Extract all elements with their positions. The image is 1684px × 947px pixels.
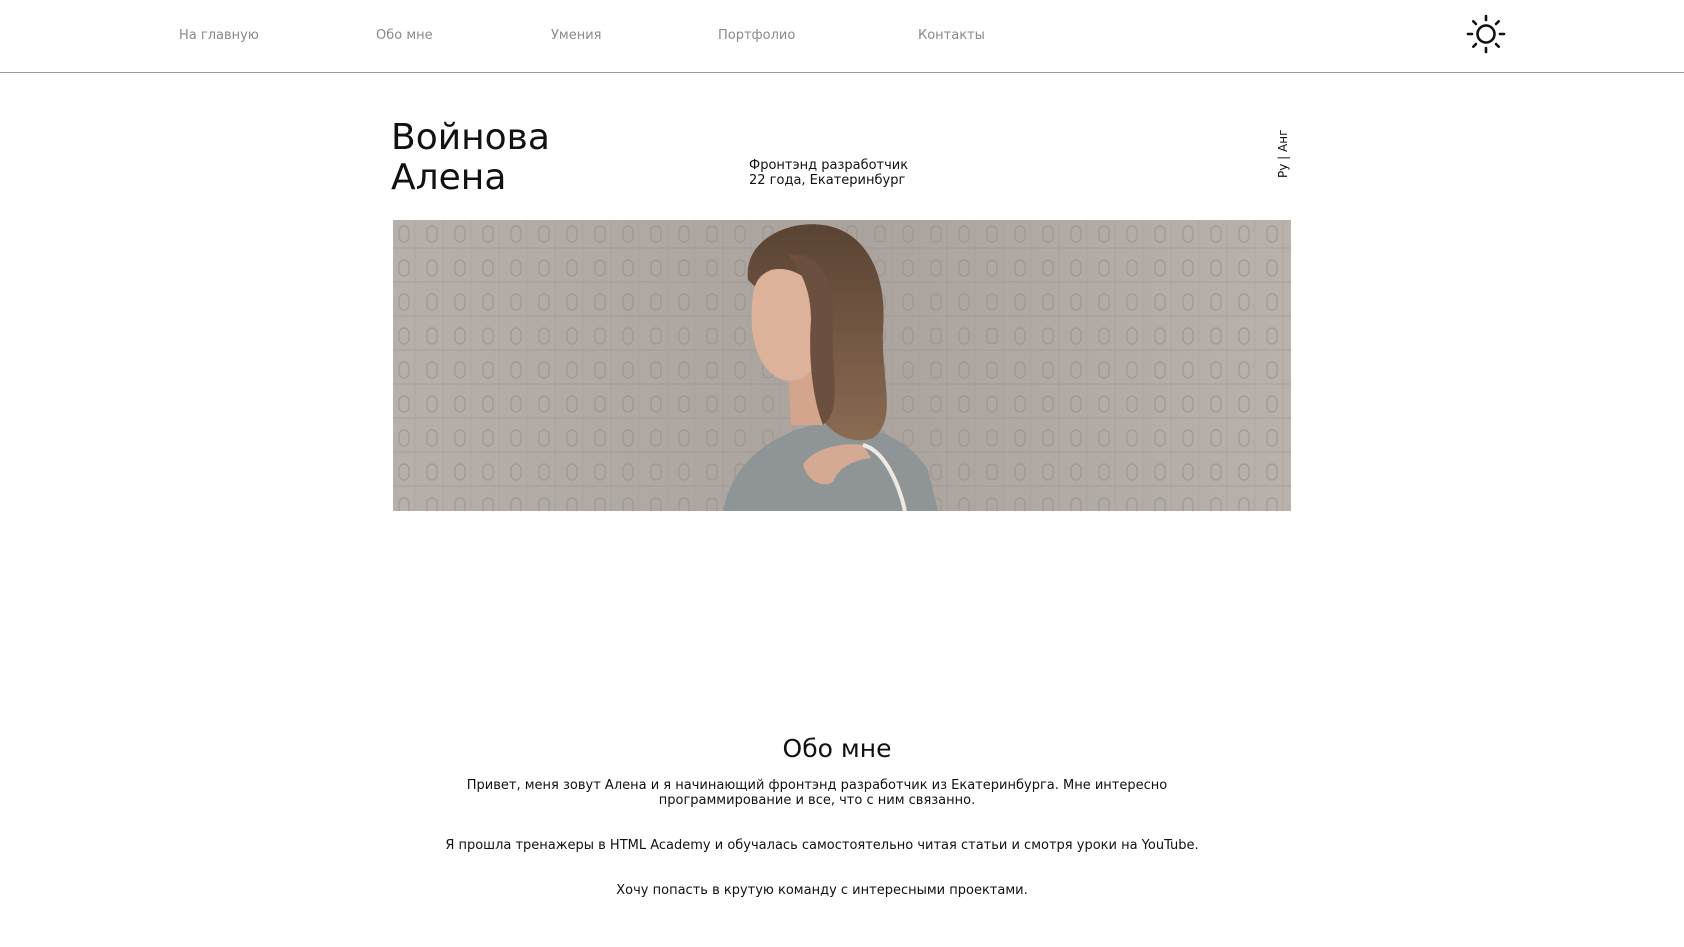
portrait-photo xyxy=(393,220,1291,511)
hero-last-name: Войнова xyxy=(391,117,550,158)
nav-link-skills[interactable]: Умения xyxy=(551,28,602,44)
sun-icon[interactable] xyxy=(1465,13,1507,55)
about-title: Обо мне xyxy=(782,734,892,763)
hero-meta: Фронтэнд разработчик 22 года, Екатеринбу… xyxy=(749,158,908,188)
language-switch[interactable]: Ру | Анг xyxy=(1276,130,1290,178)
about-paragraph: Хочу попасть в крутую команду с интересн… xyxy=(616,883,1028,898)
hero-role: Фронтэнд разработчик xyxy=(749,158,909,173)
site-header: На главную Обо мне Умения Портфолио Конт… xyxy=(0,0,1684,73)
nav-link-home[interactable]: На главную xyxy=(179,28,259,44)
hero-name: Войнова Алена xyxy=(391,118,550,198)
nav-link-portfolio[interactable]: Портфолио xyxy=(718,28,795,44)
hero-first-name: Алена xyxy=(391,157,507,198)
about-paragraph: Я прошла тренажеры в HTML Academy и обуч… xyxy=(445,838,1199,853)
about-paragraph: Привет, меня зовут Алена и я начинающий … xyxy=(466,778,1168,808)
hero-age-city: 22 года, Екатеринбург xyxy=(749,173,906,188)
nav-link-contacts[interactable]: Контакты xyxy=(918,28,985,44)
nav-link-about[interactable]: Обо мне xyxy=(376,28,433,44)
